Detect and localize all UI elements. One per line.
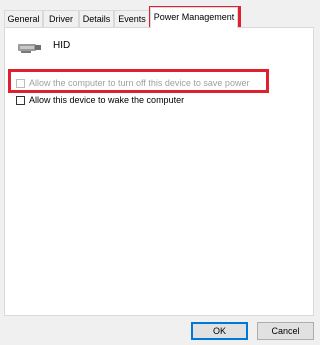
allow-turn-off-label: Allow the computer to turn off this devi… <box>29 78 250 88</box>
power-management-panel: HID Allow the computer to turn off this … <box>4 27 314 316</box>
ok-button[interactable]: OK <box>191 322 248 340</box>
allow-turn-off-option: Allow the computer to turn off this devi… <box>16 78 249 88</box>
allow-wake-label: Allow this device to wake the computer <box>29 95 185 105</box>
hid-device-icon <box>18 44 41 53</box>
allow-wake-option[interactable]: Allow this device to wake the computer <box>16 95 184 105</box>
tab-general[interactable]: General <box>4 10 43 27</box>
cancel-button[interactable]: Cancel <box>257 322 314 340</box>
allow-turn-off-checkbox[interactable] <box>16 78 25 88</box>
allow-wake-checkbox[interactable] <box>16 95 25 105</box>
tab-events[interactable]: Events <box>114 10 150 27</box>
tab-driver[interactable]: Driver <box>43 10 79 27</box>
tab-power-management[interactable]: Power Management <box>150 7 238 28</box>
device-name: HID <box>53 40 71 51</box>
tab-details[interactable]: Details <box>79 10 114 27</box>
